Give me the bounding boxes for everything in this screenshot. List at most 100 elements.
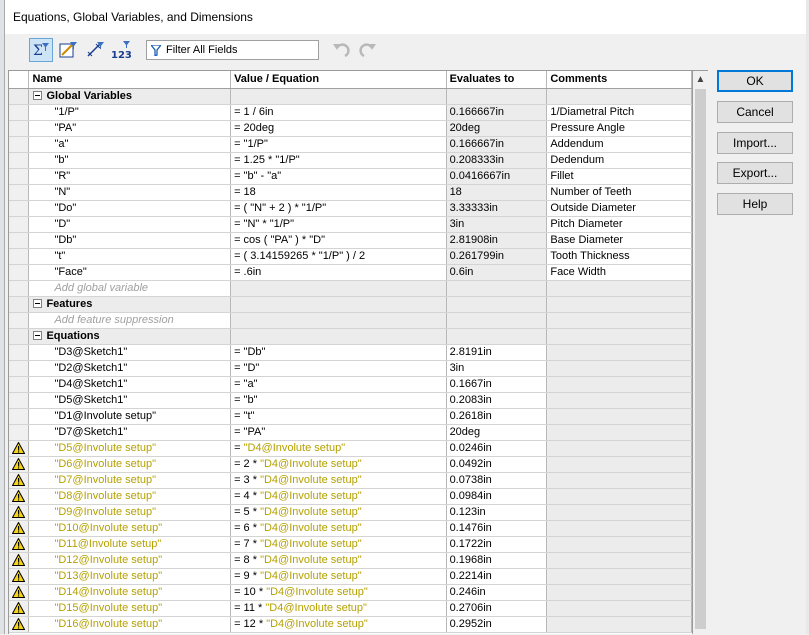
comment-cell[interactable]: Addendum <box>546 136 692 153</box>
name-cell[interactable]: "D3@Sketch1" <box>28 344 232 361</box>
equation-row[interactable]: "D10@Involute setup" = 6 * "D4@Involute s… <box>9 520 692 537</box>
value-cell[interactable]: = 6 * "D4@Involute setup" <box>230 520 447 537</box>
filter-field[interactable]: Filter All Fields <box>146 40 319 60</box>
sketch-equation-view-icon[interactable] <box>56 38 80 62</box>
equation-row[interactable]: "D14@Involute setup" = 10 * "D4@Involute … <box>9 584 692 601</box>
name-cell[interactable]: "a" <box>28 136 232 153</box>
equation-row[interactable]: "D5@Sketch1" = "b" 0.2083in <box>9 392 692 409</box>
equation-row[interactable]: "D9@Involute setup" = 5 * "D4@Involute se… <box>9 504 692 521</box>
name-cell[interactable]: "D1@Involute setup" <box>28 408 232 425</box>
comment-cell[interactable] <box>546 584 692 601</box>
value-cell[interactable]: = 1.25 * "1/P" <box>230 152 447 169</box>
comment-cell[interactable]: Outside Diameter <box>546 200 692 217</box>
equation-row[interactable]: "D15@Involute setup" = 11 * "D4@Involute … <box>9 600 692 617</box>
name-cell[interactable]: "D6@Involute setup" <box>28 456 232 473</box>
value-cell[interactable]: = "1/P" <box>230 136 447 153</box>
value-cell[interactable]: = 4 * "D4@Involute setup" <box>230 488 447 505</box>
equation-row[interactable]: "D16@Involute setup" = 12 * "D4@Involute … <box>9 616 692 633</box>
column-header-comments[interactable]: Comments <box>546 71 692 89</box>
comment-cell[interactable]: Number of Teeth <box>546 184 692 201</box>
equation-row[interactable]: "D5@Involute setup" = "D4@Involute setup"… <box>9 440 692 457</box>
value-cell[interactable]: = 18 <box>230 184 447 201</box>
global-variable-row[interactable]: "b" = 1.25 * "1/P" 0.208333in Dedendum <box>9 152 692 169</box>
add-feature-suppression-row[interactable]: Add feature suppression <box>9 312 692 329</box>
comment-cell[interactable]: Dedendum <box>546 152 692 169</box>
export-button[interactable]: Export... <box>717 162 793 184</box>
name-cell[interactable]: "D12@Involute setup" <box>28 552 232 569</box>
global-variable-row[interactable]: "t" = ( 3.14159265 * "1/P" ) / 2 0.261799i… <box>9 248 692 265</box>
equation-row[interactable]: "D3@Sketch1" = "Db" 2.8191in <box>9 344 692 361</box>
name-cell[interactable]: "D15@Involute setup" <box>28 600 232 617</box>
value-cell[interactable]: = 3 * "D4@Involute setup" <box>230 472 447 489</box>
add-cell[interactable]: Add global variable <box>28 280 232 297</box>
equation-row[interactable]: "D7@Sketch1" = "PA" 20deg <box>9 424 692 441</box>
value-cell[interactable]: = "a" <box>230 376 447 393</box>
value-cell[interactable]: = "D4@Involute setup" <box>230 440 447 457</box>
value-cell[interactable]: = cos ( "PA" ) * "D" <box>230 232 447 249</box>
name-cell[interactable]: "D7@Involute setup" <box>28 472 232 489</box>
section-global-variables[interactable]: Global Variables <box>9 88 692 105</box>
name-cell[interactable]: "D4@Sketch1" <box>28 376 232 393</box>
comment-cell[interactable]: Pitch Diameter <box>546 216 692 233</box>
global-variable-row[interactable]: "1/P" = 1 / 6in 0.166667in 1/Diametral Pitc… <box>9 104 692 121</box>
equation-row[interactable]: "D11@Involute setup" = 7 * "D4@Involute s… <box>9 536 692 553</box>
global-variable-row[interactable]: "Face" = .6in 0.6in Face Width <box>9 264 692 281</box>
value-cell[interactable]: = 20deg <box>230 120 447 137</box>
value-cell[interactable]: = "b" - "a" <box>230 168 447 185</box>
name-cell[interactable]: "t" <box>28 248 232 265</box>
value-cell[interactable]: = 11 * "D4@Involute setup" <box>230 600 447 617</box>
comment-cell[interactable] <box>546 408 692 425</box>
dimension-view-icon[interactable] <box>83 38 107 62</box>
comment-cell[interactable] <box>546 424 692 441</box>
comment-cell[interactable] <box>546 488 692 505</box>
comment-cell[interactable]: Face Width <box>546 264 692 281</box>
add-global-variable-row[interactable]: Add global variable <box>9 280 692 297</box>
global-variable-row[interactable]: "D" = "N" * "1/P" 3in Pitch Diameter <box>9 216 692 233</box>
comment-cell[interactable] <box>546 360 692 377</box>
comment-cell[interactable]: Tooth Thickness <box>546 248 692 265</box>
equation-row[interactable]: "D12@Involute setup" = 8 * "D4@Involute s… <box>9 552 692 569</box>
global-variable-row[interactable]: "R" = "b" - "a" 0.0416667in Fillet <box>9 168 692 185</box>
comment-cell[interactable]: Fillet <box>546 168 692 185</box>
comment-cell[interactable] <box>546 472 692 489</box>
equation-row[interactable]: "D6@Involute setup" = 2 * "D4@Involute se… <box>9 456 692 473</box>
value-cell[interactable]: = "Db" <box>230 344 447 361</box>
name-cell[interactable]: "D9@Involute setup" <box>28 504 232 521</box>
value-cell[interactable]: = 5 * "D4@Involute setup" <box>230 504 447 521</box>
comment-cell[interactable] <box>546 440 692 457</box>
name-cell[interactable]: "D5@Sketch1" <box>28 392 232 409</box>
name-cell[interactable]: "N" <box>28 184 232 201</box>
section-label-cell[interactable]: Equations <box>28 328 232 345</box>
name-cell[interactable]: "D11@Involute setup" <box>28 536 232 553</box>
comment-cell[interactable] <box>546 520 692 537</box>
comment-cell[interactable] <box>546 552 692 569</box>
column-header-name[interactable]: Name <box>28 71 232 89</box>
add-cell[interactable]: Add feature suppression <box>28 312 232 329</box>
equation-row[interactable]: "D4@Sketch1" = "a" 0.1667in <box>9 376 692 393</box>
value-cell[interactable]: = 7 * "D4@Involute setup" <box>230 536 447 553</box>
name-cell[interactable]: "D" <box>28 216 232 233</box>
name-cell[interactable]: "D2@Sketch1" <box>28 360 232 377</box>
comment-cell[interactable] <box>546 344 692 361</box>
section-features[interactable]: Features <box>9 296 692 313</box>
name-cell[interactable]: "1/P" <box>28 104 232 121</box>
comment-cell[interactable] <box>546 536 692 553</box>
value-cell[interactable]: = "b" <box>230 392 447 409</box>
name-cell[interactable]: "D5@Involute setup" <box>28 440 232 457</box>
equation-view-icon[interactable]: Σ <box>29 38 53 62</box>
global-variable-row[interactable]: "Db" = cos ( "PA" ) * "D" 2.81908in Base Di… <box>9 232 692 249</box>
ordered-view-icon[interactable]: 123 <box>110 38 134 62</box>
global-variable-row[interactable]: "N" = 18 18 Number of Teeth <box>9 184 692 201</box>
name-cell[interactable]: "b" <box>28 152 232 169</box>
comment-cell[interactable] <box>546 568 692 585</box>
comment-cell[interactable] <box>546 616 692 633</box>
value-cell[interactable]: = 9 * "D4@Involute setup" <box>230 568 447 585</box>
value-cell[interactable]: = "PA" <box>230 424 447 441</box>
comment-cell[interactable]: Base Diameter <box>546 232 692 249</box>
name-cell[interactable]: "D7@Sketch1" <box>28 424 232 441</box>
ok-button[interactable]: OK <box>717 70 793 92</box>
global-variable-row[interactable]: "a" = "1/P" 0.166667in Addendum <box>9 136 692 153</box>
import-button[interactable]: Import... <box>717 132 793 154</box>
redo-icon[interactable] <box>356 38 380 62</box>
value-cell[interactable]: = "N" * "1/P" <box>230 216 447 233</box>
